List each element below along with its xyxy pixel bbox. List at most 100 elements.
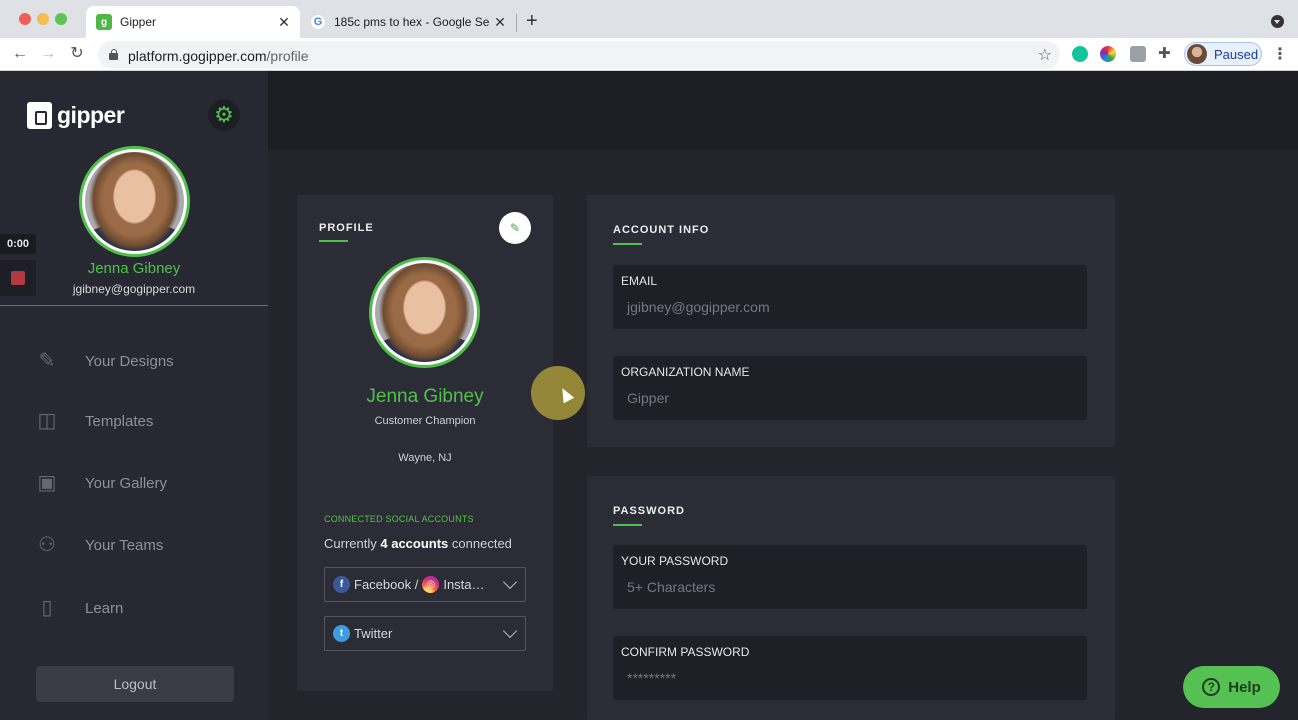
window-close-button[interactable] <box>19 13 31 25</box>
help-question-icon: ? <box>1202 678 1221 696</box>
sidebar-user-email: jgibney@gogipper.com <box>72 282 196 296</box>
teams-icon: ⚇ <box>38 534 56 556</box>
sidebar-item-your-gallery[interactable]: ▣ Your Gallery <box>0 463 268 503</box>
address-bar[interactable]: platform.gogipper.com/profile ☆ <box>98 41 1060 69</box>
twitter-dropdown[interactable]: t Twitter <box>324 616 526 651</box>
gipper-logo[interactable]: gipper <box>27 102 125 129</box>
chevron-down-icon <box>502 574 518 590</box>
organization-name-field[interactable]: ORGANIZATION NAME Gipper <box>613 356 1087 420</box>
organization-name-value[interactable]: Gipper <box>627 390 669 406</box>
confirm-password-input[interactable]: ********* <box>627 670 676 686</box>
twitter-icon: t <box>333 625 350 642</box>
user-photo <box>375 263 474 362</box>
sidebar-item-label: Learn <box>85 599 124 617</box>
extension-icon[interactable] <box>1130 46 1146 62</box>
account-info-heading: ACCOUNT INFO <box>613 224 710 236</box>
logo-text: gipper <box>57 102 125 128</box>
main-content: PROFILE ✎ Jenna Gibney Customer Champion… <box>268 71 1298 720</box>
color-picker-extension-icon[interactable] <box>1100 46 1116 62</box>
heading-underline <box>613 243 642 245</box>
brush-icon: ✎ <box>38 350 56 372</box>
pencil-icon: ✎ <box>509 221 521 235</box>
profile-card: PROFILE ✎ Jenna Gibney Customer Champion… <box>297 195 553 691</box>
sidebar-item-templates[interactable]: ◫ Templates <box>0 401 268 441</box>
grammarly-extension-icon[interactable] <box>1072 46 1088 62</box>
instagram-icon: ◎ <box>422 576 440 593</box>
forward-icon[interactable]: → <box>37 43 59 65</box>
tab-title: Gipper <box>120 15 157 29</box>
help-button[interactable]: ? Help <box>1183 666 1280 708</box>
sidebar: gipper ⚙ Jenna Gibney jgibney@gogipper.c… <box>0 71 268 720</box>
help-label: Help <box>1228 678 1261 696</box>
profile-name: Jenna Gibney <box>366 386 484 407</box>
profile-avatar <box>1187 44 1207 64</box>
gallery-icon: ▣ <box>37 472 57 494</box>
profile-heading: PROFILE <box>319 222 374 234</box>
profile-avatar[interactable] <box>369 257 480 368</box>
sidebar-item-label: Your Designs <box>85 352 174 370</box>
browser-toolbar: ← → ↻ platform.gogipper.com/profile ☆ ✚ … <box>0 38 1298 71</box>
gipper-app: gipper ⚙ Jenna Gibney jgibney@gogipper.c… <box>0 71 1298 720</box>
confirm-password-label: CONFIRM PASSWORD <box>621 645 750 659</box>
social-label: Twitter <box>354 626 393 641</box>
organization-name-label: ORGANIZATION NAME <box>621 365 750 379</box>
stop-recording-button[interactable] <box>0 260 36 296</box>
sidebar-divider <box>0 305 268 306</box>
window-minimize-button[interactable] <box>37 13 49 25</box>
bookmark-star-icon[interactable]: ☆ <box>1038 45 1052 65</box>
google-favicon-icon: G <box>310 14 326 30</box>
top-header-band <box>268 71 1298 150</box>
browser-tab-bar: g Gipper ✕ G 185c pms to hex - Google Se… <box>0 0 1298 38</box>
profile-button[interactable]: Paused <box>1184 42 1262 66</box>
sidebar-item-learn[interactable]: ▯ Learn <box>0 588 268 628</box>
template-icon: ◫ <box>37 410 57 432</box>
sidebar-item-your-designs[interactable]: ✎ Your Designs <box>0 341 268 381</box>
social-accounts-count: Currently 4 accounts connected <box>324 536 512 551</box>
your-password-input[interactable]: 5+ Characters <box>627 579 715 595</box>
tab-title: 185c pms to hex - Google Sear <box>334 15 490 29</box>
tab-gipper[interactable]: g Gipper ✕ <box>86 6 300 38</box>
back-icon[interactable]: ← <box>9 43 31 65</box>
sidebar-avatar <box>79 146 190 257</box>
gipper-logo-icon <box>27 102 52 129</box>
your-password-field[interactable]: YOUR PASSWORD 5+ Characters <box>613 545 1087 609</box>
social-label: Facebook / <box>354 577 419 592</box>
confirm-password-field[interactable]: CONFIRM PASSWORD ********* <box>613 636 1087 700</box>
email-value[interactable]: jgibney@gogipper.com <box>627 299 770 315</box>
your-password-label: YOUR PASSWORD <box>621 554 729 568</box>
facebook-instagram-dropdown[interactable]: f Facebook / ◎ Insta… <box>324 567 526 602</box>
gipper-favicon-icon: g <box>96 14 112 30</box>
url-text: platform.gogipper.com/profile <box>128 48 309 64</box>
sidebar-item-your-teams[interactable]: ⚇ Your Teams <box>0 525 268 565</box>
gear-icon[interactable]: ⚙ <box>208 99 240 131</box>
browser-menu-icon[interactable]: ⋮ <box>1272 44 1288 64</box>
email-field[interactable]: EMAIL jgibney@gogipper.com <box>613 265 1087 329</box>
chevron-down-icon <box>502 623 518 639</box>
social-label: Insta… <box>443 577 485 592</box>
tab-separator <box>516 14 517 32</box>
heading-underline <box>613 524 642 526</box>
profile-status: Paused <box>1214 46 1259 62</box>
tab-search-icon[interactable] <box>1271 15 1284 28</box>
tab-close-icon[interactable]: ✕ <box>274 14 294 31</box>
social-accounts-heading: CONNECTED SOCIAL ACCOUNTS <box>324 514 474 524</box>
sidebar-item-label: Your Gallery <box>85 474 167 492</box>
reload-icon[interactable]: ↻ <box>66 43 88 65</box>
sidebar-user-name: Jenna Gibney <box>87 260 181 277</box>
window-zoom-button[interactable] <box>55 13 67 25</box>
logout-button[interactable]: Logout <box>36 666 234 702</box>
tab-google-search[interactable]: G 185c pms to hex - Google Sear ✕ <box>300 6 516 38</box>
recording-timer: 0:00 <box>0 234 36 254</box>
book-icon: ▯ <box>41 597 53 619</box>
profile-role: Customer Champion <box>374 415 476 427</box>
new-tab-icon[interactable]: + <box>526 10 538 33</box>
password-card: PASSWORD YOUR PASSWORD 5+ Characters CON… <box>587 476 1115 720</box>
lock-icon <box>109 49 118 60</box>
account-info-card: ACCOUNT INFO EMAIL jgibney@gogipper.com … <box>587 195 1115 447</box>
facebook-icon: f <box>333 576 350 593</box>
tab-close-icon[interactable]: ✕ <box>490 14 510 31</box>
extensions-puzzle-icon[interactable]: ✚ <box>1158 44 1171 62</box>
profile-location: Wayne, NJ <box>398 452 452 464</box>
email-label: EMAIL <box>621 274 658 288</box>
edit-profile-button[interactable]: ✎ <box>499 212 531 244</box>
